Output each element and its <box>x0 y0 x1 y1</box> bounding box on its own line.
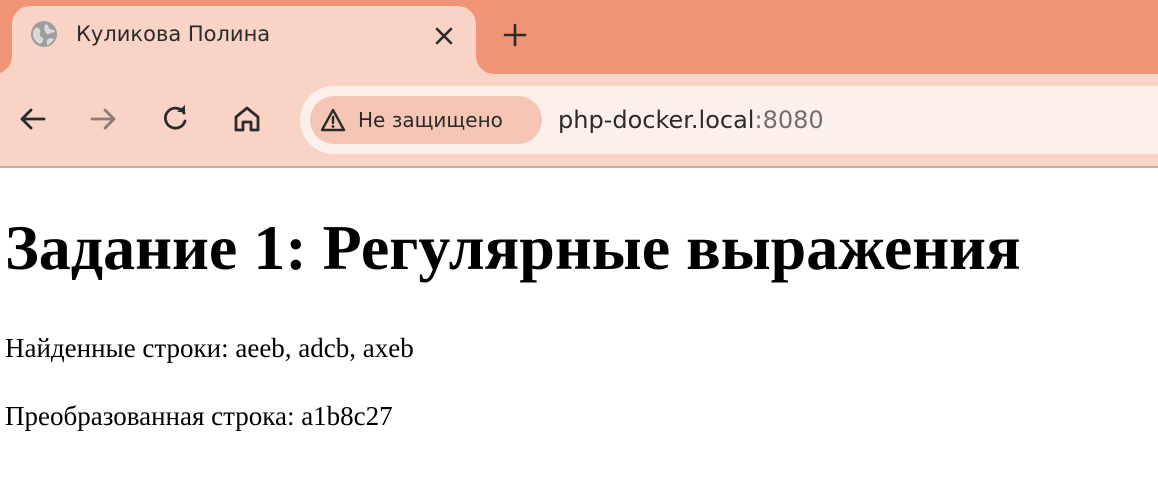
browser-toolbar: Не защищено php-docker.local:8080 <box>0 74 1158 168</box>
transformed-string-text: Преобразованная строка: a1b8c27 <box>5 401 393 431</box>
found-strings-text: Найденные строки: aeeb, adcb, axeb <box>5 333 414 363</box>
tab-title: Куликова Полина <box>76 22 271 46</box>
forward-arrow-icon[interactable] <box>86 102 120 136</box>
tab-strip: Куликова Полина <box>0 0 1158 74</box>
page-title: Задание 1: Регулярные выражения <box>5 212 1021 283</box>
globe-icon <box>30 20 58 48</box>
warning-triangle-icon <box>320 108 346 132</box>
back-arrow-icon[interactable] <box>16 102 50 136</box>
close-icon[interactable] <box>430 22 458 50</box>
url-host: php-docker.local <box>558 106 755 134</box>
security-label: Не защищено <box>358 108 503 132</box>
reload-icon[interactable] <box>158 102 192 136</box>
url-port: :8080 <box>754 106 824 134</box>
browser-window: Куликова Полина Не защищено php-docker.l… <box>0 0 1158 490</box>
address-bar[interactable]: Не защищено php-docker.local:8080 <box>300 86 1158 154</box>
page-content: Задание 1: Регулярные выражения Найденны… <box>0 168 1158 490</box>
active-tab[interactable]: Куликова Полина <box>12 6 476 74</box>
new-tab-plus-icon[interactable] <box>500 20 530 50</box>
home-icon[interactable] <box>230 102 264 136</box>
url-text[interactable]: php-docker.local:8080 <box>558 104 824 136</box>
security-chip[interactable]: Не защищено <box>310 96 542 144</box>
